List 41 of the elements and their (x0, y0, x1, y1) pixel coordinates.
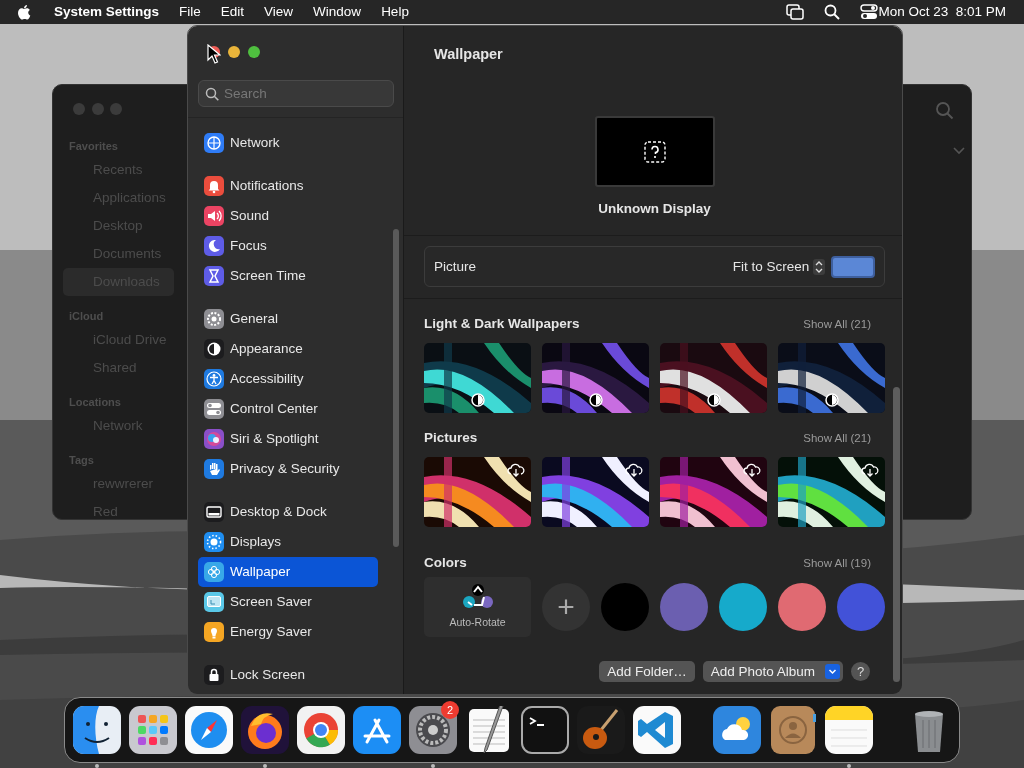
app-menu[interactable]: System Settings (44, 1, 170, 23)
section-heading: Pictures (424, 429, 478, 448)
add-folder-button[interactable]: Add Folder… (599, 661, 695, 683)
row-label: Picture (434, 257, 478, 276)
sidebar-item[interactable]: Displays (198, 527, 378, 557)
sidebar-item[interactable]: Network (198, 128, 378, 158)
show-all-link[interactable]: Show All (21) (803, 315, 885, 333)
tile-label: Auto-Rotate (449, 615, 506, 631)
menu-item[interactable]: Help (371, 1, 419, 23)
notification-badge: 2 (441, 701, 459, 719)
show-all-link[interactable]: Show All (21) (803, 429, 885, 447)
add-album-button[interactable]: Add Photo Album (702, 661, 843, 683)
section-heading: Colors (424, 554, 467, 573)
section-heading: Light & Dark Wallpapers (424, 315, 580, 334)
sidebar-item[interactable]: General (198, 304, 378, 334)
menu-item[interactable]: Window (303, 1, 372, 23)
search-field[interactable]: Search (198, 80, 394, 107)
help-button[interactable]: ? (851, 662, 870, 682)
sidebar-item[interactable]: Control Center (198, 394, 378, 424)
sidebar-item[interactable]: Screen Time (198, 261, 378, 291)
sidebar-item[interactable]: Lock Screen (198, 660, 378, 690)
sidebar-item[interactable]: Siri & Spotlight (198, 424, 378, 454)
clock[interactable]: Mon Oct 23 8:01 PM (878, 1, 1006, 23)
sidebar-item[interactable]: Screen Saver (198, 587, 378, 617)
menu-item[interactable]: File (169, 1, 211, 23)
page-title: Wallpaper (433, 45, 504, 64)
sidebar-item[interactable]: Energy Saver (198, 617, 378, 647)
add-color-button[interactable]: + (542, 583, 590, 632)
sidebar-item[interactable]: Notifications (198, 171, 378, 201)
sidebar-item[interactable]: Privacy & Security (198, 454, 378, 484)
sidebar-item[interactable]: Wallpaper (198, 557, 378, 587)
sidebar-item[interactable]: Appearance (198, 334, 378, 364)
sidebar-item[interactable]: Focus (198, 231, 378, 261)
sidebar-item[interactable]: Sound (198, 201, 378, 231)
menu-item[interactable]: View (254, 1, 304, 23)
fit-mode-select[interactable]: Fit to Screen (732, 256, 825, 277)
sidebar-item[interactable]: Desktop & Dock (198, 497, 378, 527)
menu-item[interactable]: Edit (210, 1, 255, 23)
show-all-link[interactable]: Show All (19) (803, 554, 885, 572)
display-name: Unknown Display (597, 200, 712, 218)
sidebar-item[interactable]: Accessibility (198, 364, 378, 394)
